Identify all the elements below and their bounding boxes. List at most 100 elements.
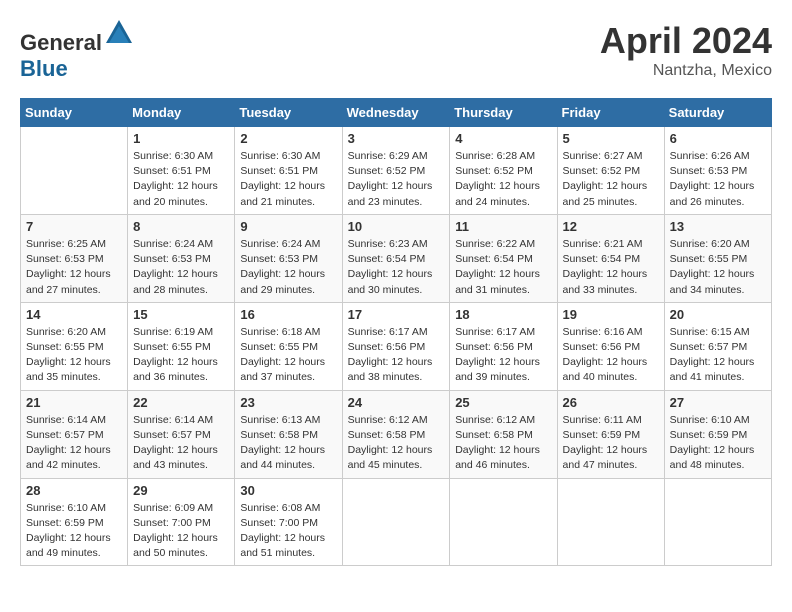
day-number: 14 xyxy=(26,307,122,322)
day-number: 24 xyxy=(348,395,445,410)
day-number: 20 xyxy=(670,307,766,322)
calendar-week-row: 14 Sunrise: 6:20 AMSunset: 6:55 PMDaylig… xyxy=(21,302,772,390)
calendar-cell: 24 Sunrise: 6:12 AMSunset: 6:58 PMDaylig… xyxy=(342,390,450,478)
logo-blue: Blue xyxy=(20,56,68,81)
calendar-cell: 14 Sunrise: 6:20 AMSunset: 6:55 PMDaylig… xyxy=(21,302,128,390)
day-number: 22 xyxy=(133,395,229,410)
day-info: Sunrise: 6:27 AMSunset: 6:52 PMDaylight:… xyxy=(563,150,648,208)
calendar-cell xyxy=(450,478,557,566)
day-number: 25 xyxy=(455,395,551,410)
calendar-week-row: 21 Sunrise: 6:14 AMSunset: 6:57 PMDaylig… xyxy=(21,390,772,478)
day-number: 15 xyxy=(133,307,229,322)
calendar-cell xyxy=(21,127,128,215)
calendar-cell: 30 Sunrise: 6:08 AMSunset: 7:00 PMDaylig… xyxy=(235,478,342,566)
calendar-cell: 17 Sunrise: 6:17 AMSunset: 6:56 PMDaylig… xyxy=(342,302,450,390)
logo-text: General Blue xyxy=(20,20,134,82)
day-info: Sunrise: 6:23 AMSunset: 6:54 PMDaylight:… xyxy=(348,238,433,296)
day-number: 30 xyxy=(240,483,336,498)
day-number: 10 xyxy=(348,219,445,234)
calendar-cell: 25 Sunrise: 6:12 AMSunset: 6:58 PMDaylig… xyxy=(450,390,557,478)
day-info: Sunrise: 6:17 AMSunset: 6:56 PMDaylight:… xyxy=(455,326,540,384)
day-info: Sunrise: 6:08 AMSunset: 7:00 PMDaylight:… xyxy=(240,502,325,560)
title-block: April 2024 Nantzha, Mexico xyxy=(600,20,772,80)
calendar-header-thursday: Thursday xyxy=(450,99,557,127)
calendar-cell xyxy=(557,478,664,566)
calendar-week-row: 28 Sunrise: 6:10 AMSunset: 6:59 PMDaylig… xyxy=(21,478,772,566)
day-info: Sunrise: 6:11 AMSunset: 6:59 PMDaylight:… xyxy=(563,414,648,472)
day-number: 28 xyxy=(26,483,122,498)
calendar-cell: 20 Sunrise: 6:15 AMSunset: 6:57 PMDaylig… xyxy=(664,302,771,390)
page-header: General Blue April 2024 Nantzha, Mexico xyxy=(20,20,772,82)
day-info: Sunrise: 6:21 AMSunset: 6:54 PMDaylight:… xyxy=(563,238,648,296)
calendar-cell: 11 Sunrise: 6:22 AMSunset: 6:54 PMDaylig… xyxy=(450,214,557,302)
logo: General Blue xyxy=(20,20,134,82)
calendar-cell: 28 Sunrise: 6:10 AMSunset: 6:59 PMDaylig… xyxy=(21,478,128,566)
day-number: 13 xyxy=(670,219,766,234)
day-info: Sunrise: 6:12 AMSunset: 6:58 PMDaylight:… xyxy=(348,414,433,472)
calendar-week-row: 7 Sunrise: 6:25 AMSunset: 6:53 PMDayligh… xyxy=(21,214,772,302)
calendar-cell: 29 Sunrise: 6:09 AMSunset: 7:00 PMDaylig… xyxy=(128,478,235,566)
day-info: Sunrise: 6:10 AMSunset: 6:59 PMDaylight:… xyxy=(670,414,755,472)
day-info: Sunrise: 6:17 AMSunset: 6:56 PMDaylight:… xyxy=(348,326,433,384)
day-info: Sunrise: 6:14 AMSunset: 6:57 PMDaylight:… xyxy=(26,414,111,472)
calendar-cell: 26 Sunrise: 6:11 AMSunset: 6:59 PMDaylig… xyxy=(557,390,664,478)
calendar-cell: 8 Sunrise: 6:24 AMSunset: 6:53 PMDayligh… xyxy=(128,214,235,302)
day-info: Sunrise: 6:09 AMSunset: 7:00 PMDaylight:… xyxy=(133,502,218,560)
day-number: 7 xyxy=(26,219,122,234)
logo-icon xyxy=(104,18,134,48)
day-number: 23 xyxy=(240,395,336,410)
calendar-cell: 6 Sunrise: 6:26 AMSunset: 6:53 PMDayligh… xyxy=(664,127,771,215)
day-number: 6 xyxy=(670,131,766,146)
day-info: Sunrise: 6:12 AMSunset: 6:58 PMDaylight:… xyxy=(455,414,540,472)
day-info: Sunrise: 6:20 AMSunset: 6:55 PMDaylight:… xyxy=(26,326,111,384)
calendar-cell: 19 Sunrise: 6:16 AMSunset: 6:56 PMDaylig… xyxy=(557,302,664,390)
day-info: Sunrise: 6:14 AMSunset: 6:57 PMDaylight:… xyxy=(133,414,218,472)
location-subtitle: Nantzha, Mexico xyxy=(600,62,772,80)
calendar-cell: 12 Sunrise: 6:21 AMSunset: 6:54 PMDaylig… xyxy=(557,214,664,302)
day-info: Sunrise: 6:20 AMSunset: 6:55 PMDaylight:… xyxy=(670,238,755,296)
day-number: 11 xyxy=(455,219,551,234)
day-info: Sunrise: 6:18 AMSunset: 6:55 PMDaylight:… xyxy=(240,326,325,384)
calendar-cell: 7 Sunrise: 6:25 AMSunset: 6:53 PMDayligh… xyxy=(21,214,128,302)
calendar-table: SundayMondayTuesdayWednesdayThursdayFrid… xyxy=(20,98,772,566)
calendar-cell xyxy=(342,478,450,566)
day-number: 27 xyxy=(670,395,766,410)
day-number: 9 xyxy=(240,219,336,234)
day-number: 18 xyxy=(455,307,551,322)
calendar-cell: 1 Sunrise: 6:30 AMSunset: 6:51 PMDayligh… xyxy=(128,127,235,215)
day-number: 12 xyxy=(563,219,659,234)
calendar-header-friday: Friday xyxy=(557,99,664,127)
day-info: Sunrise: 6:15 AMSunset: 6:57 PMDaylight:… xyxy=(670,326,755,384)
day-info: Sunrise: 6:26 AMSunset: 6:53 PMDaylight:… xyxy=(670,150,755,208)
calendar-cell: 9 Sunrise: 6:24 AMSunset: 6:53 PMDayligh… xyxy=(235,214,342,302)
day-number: 19 xyxy=(563,307,659,322)
day-info: Sunrise: 6:29 AMSunset: 6:52 PMDaylight:… xyxy=(348,150,433,208)
calendar-cell: 16 Sunrise: 6:18 AMSunset: 6:55 PMDaylig… xyxy=(235,302,342,390)
calendar-cell: 18 Sunrise: 6:17 AMSunset: 6:56 PMDaylig… xyxy=(450,302,557,390)
day-info: Sunrise: 6:24 AMSunset: 6:53 PMDaylight:… xyxy=(240,238,325,296)
day-info: Sunrise: 6:25 AMSunset: 6:53 PMDaylight:… xyxy=(26,238,111,296)
calendar-cell: 3 Sunrise: 6:29 AMSunset: 6:52 PMDayligh… xyxy=(342,127,450,215)
day-number: 21 xyxy=(26,395,122,410)
month-year-title: April 2024 xyxy=(600,20,772,62)
day-number: 4 xyxy=(455,131,551,146)
day-number: 1 xyxy=(133,131,229,146)
day-info: Sunrise: 6:30 AMSunset: 6:51 PMDaylight:… xyxy=(240,150,325,208)
calendar-cell: 2 Sunrise: 6:30 AMSunset: 6:51 PMDayligh… xyxy=(235,127,342,215)
day-info: Sunrise: 6:30 AMSunset: 6:51 PMDaylight:… xyxy=(133,150,218,208)
calendar-cell: 27 Sunrise: 6:10 AMSunset: 6:59 PMDaylig… xyxy=(664,390,771,478)
calendar-week-row: 1 Sunrise: 6:30 AMSunset: 6:51 PMDayligh… xyxy=(21,127,772,215)
day-number: 26 xyxy=(563,395,659,410)
calendar-header-tuesday: Tuesday xyxy=(235,99,342,127)
day-info: Sunrise: 6:22 AMSunset: 6:54 PMDaylight:… xyxy=(455,238,540,296)
day-number: 16 xyxy=(240,307,336,322)
calendar-cell: 5 Sunrise: 6:27 AMSunset: 6:52 PMDayligh… xyxy=(557,127,664,215)
day-number: 5 xyxy=(563,131,659,146)
calendar-cell: 10 Sunrise: 6:23 AMSunset: 6:54 PMDaylig… xyxy=(342,214,450,302)
day-info: Sunrise: 6:28 AMSunset: 6:52 PMDaylight:… xyxy=(455,150,540,208)
calendar-cell: 21 Sunrise: 6:14 AMSunset: 6:57 PMDaylig… xyxy=(21,390,128,478)
day-info: Sunrise: 6:19 AMSunset: 6:55 PMDaylight:… xyxy=(133,326,218,384)
day-info: Sunrise: 6:24 AMSunset: 6:53 PMDaylight:… xyxy=(133,238,218,296)
day-number: 8 xyxy=(133,219,229,234)
day-number: 3 xyxy=(348,131,445,146)
